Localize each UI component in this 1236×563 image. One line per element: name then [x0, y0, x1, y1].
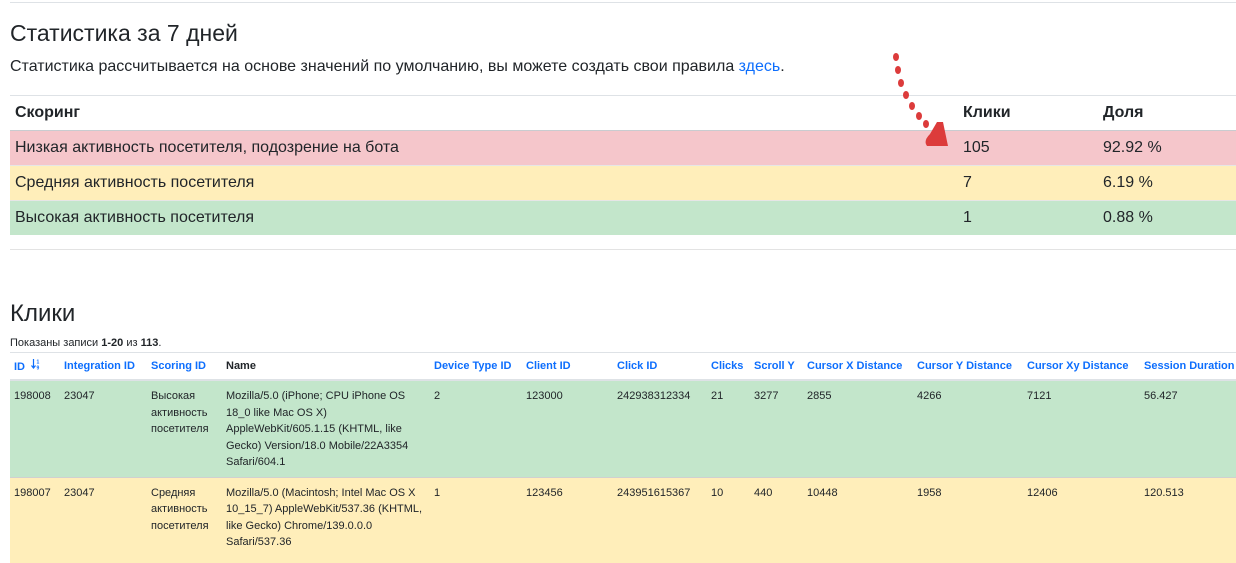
- stats-subtitle-text: Статистика рассчитывается на основе знач…: [10, 58, 739, 75]
- column-name: Name: [222, 352, 430, 381]
- stats-row-label: Средняя активность посетителя: [10, 165, 958, 201]
- column-session-duration-sort[interactable]: Session Duration: [1140, 352, 1236, 381]
- column-scroll-y-sort[interactable]: Scroll Y: [750, 352, 803, 381]
- column-client-id-sort[interactable]: Client ID: [522, 352, 613, 381]
- cell-click-id: 242938312334: [613, 380, 707, 478]
- summary-range: 1-20: [101, 337, 124, 349]
- summary-total: 113: [140, 337, 159, 349]
- cell-integration-id: 23047: [60, 477, 147, 563]
- cell-client-id: 123000: [522, 380, 613, 478]
- cell-cursor-x: 10448: [803, 477, 913, 563]
- cell-scoring: Средняя активность посетителя: [147, 477, 222, 563]
- scoring-header: Скоринг: [10, 95, 958, 131]
- cell-id: 198007: [10, 477, 60, 563]
- column-cursor-x-sort[interactable]: Cursor X Distance: [803, 352, 913, 381]
- cell-scroll-y: 440: [750, 477, 803, 563]
- records-summary: Показаны записи 1-20 из 113.: [10, 337, 161, 349]
- cell-scoring: Высокая активность посетителя: [147, 380, 222, 478]
- cell-cursor-x: 2855: [803, 380, 913, 478]
- column-clicks-sort[interactable]: Clicks: [707, 352, 750, 381]
- clicks-title: Клики: [10, 300, 76, 327]
- sort-numeric-down-icon: 19: [28, 359, 41, 373]
- cell-click-id: 243951615367: [613, 477, 707, 563]
- column-integration-id-sort[interactable]: Integration ID: [60, 352, 147, 381]
- cell-name: Mozilla/5.0 (Macintosh; Intel Mac OS X 1…: [222, 477, 430, 563]
- top-divider: [10, 2, 1236, 3]
- stats-header-row: Скоринг Клики Доля: [10, 95, 1236, 131]
- stats-row-label: Высокая активность посетителя: [10, 200, 958, 235]
- cell-cursor-xy: 12406: [1023, 477, 1140, 563]
- scoring-stats-table: Скоринг Клики Доля Низкая активность пос…: [10, 95, 1236, 235]
- column-cursor-y-sort[interactable]: Cursor Y Distance: [913, 352, 1023, 381]
- cell-id: 198008: [10, 380, 60, 478]
- cell-session-duration: 120.513: [1140, 477, 1236, 563]
- section-divider: [10, 249, 1236, 250]
- stats-subtitle: Статистика рассчитывается на основе знач…: [10, 58, 785, 76]
- table-row: 198008 23047 Высокая активность посетите…: [10, 380, 1236, 478]
- stats-row-share: 6.19 %: [1098, 165, 1236, 201]
- cell-device-type-id: 2: [430, 380, 522, 478]
- column-device-type-id-sort[interactable]: Device Type ID: [430, 352, 522, 381]
- cell-clicks: 10: [707, 477, 750, 563]
- stats-row-mid: Средняя активность посетителя 7 6.19 %: [10, 165, 1236, 201]
- cell-device-type-id: 1: [430, 477, 522, 563]
- cell-cursor-y: 4266: [913, 380, 1023, 478]
- column-click-id-sort[interactable]: Click ID: [613, 352, 707, 381]
- column-cursor-xy-sort[interactable]: Cursor Xy Distance: [1023, 352, 1140, 381]
- column-scoring-id-sort[interactable]: Scoring ID: [147, 352, 222, 381]
- cell-cursor-xy: 7121: [1023, 380, 1140, 478]
- stats-subtitle-end: .: [780, 58, 785, 75]
- table-row: 198007 23047 Средняя активность посетите…: [10, 477, 1236, 563]
- clicks-header-row: ID 19 Integration ID Scoring ID Name Dev…: [10, 352, 1236, 381]
- summary-end: .: [158, 337, 162, 349]
- stats-row-clicks: 7: [958, 165, 1098, 201]
- rules-link[interactable]: здесь: [739, 58, 781, 75]
- cell-client-id: 123456: [522, 477, 613, 563]
- stats-row-share: 92.92 %: [1098, 130, 1236, 166]
- cell-name: Mozilla/5.0 (iPhone; CPU iPhone OS 18_0 …: [222, 380, 430, 478]
- stats-title: Статистика за 7 дней: [10, 20, 238, 46]
- cell-clicks: 21: [707, 380, 750, 478]
- summary-prefix: Показаны записи: [10, 337, 102, 349]
- stats-row-clicks: 105: [958, 130, 1098, 166]
- stats-row-clicks: 1: [958, 200, 1098, 235]
- stats-row-share: 0.88 %: [1098, 200, 1236, 235]
- cell-integration-id: 23047: [60, 380, 147, 478]
- cell-cursor-y: 1958: [913, 477, 1023, 563]
- summary-mid: из: [123, 337, 141, 349]
- stats-row-low: Низкая активность посетителя, подозрение…: [10, 130, 1236, 166]
- clicks-table: ID 19 Integration ID Scoring ID Name Dev…: [10, 352, 1236, 563]
- svg-text:9: 9: [36, 366, 39, 371]
- cell-session-duration: 56.427: [1140, 380, 1236, 478]
- column-id-sort[interactable]: ID 19: [10, 352, 60, 381]
- stats-row-label: Низкая активность посетителя, подозрение…: [10, 130, 958, 166]
- column-id-label: ID: [14, 361, 25, 373]
- clicks-header: Клики: [958, 95, 1098, 131]
- stats-row-high: Высокая активность посетителя 1 0.88 %: [10, 200, 1236, 235]
- share-header: Доля: [1098, 95, 1236, 131]
- cell-scroll-y: 3277: [750, 380, 803, 478]
